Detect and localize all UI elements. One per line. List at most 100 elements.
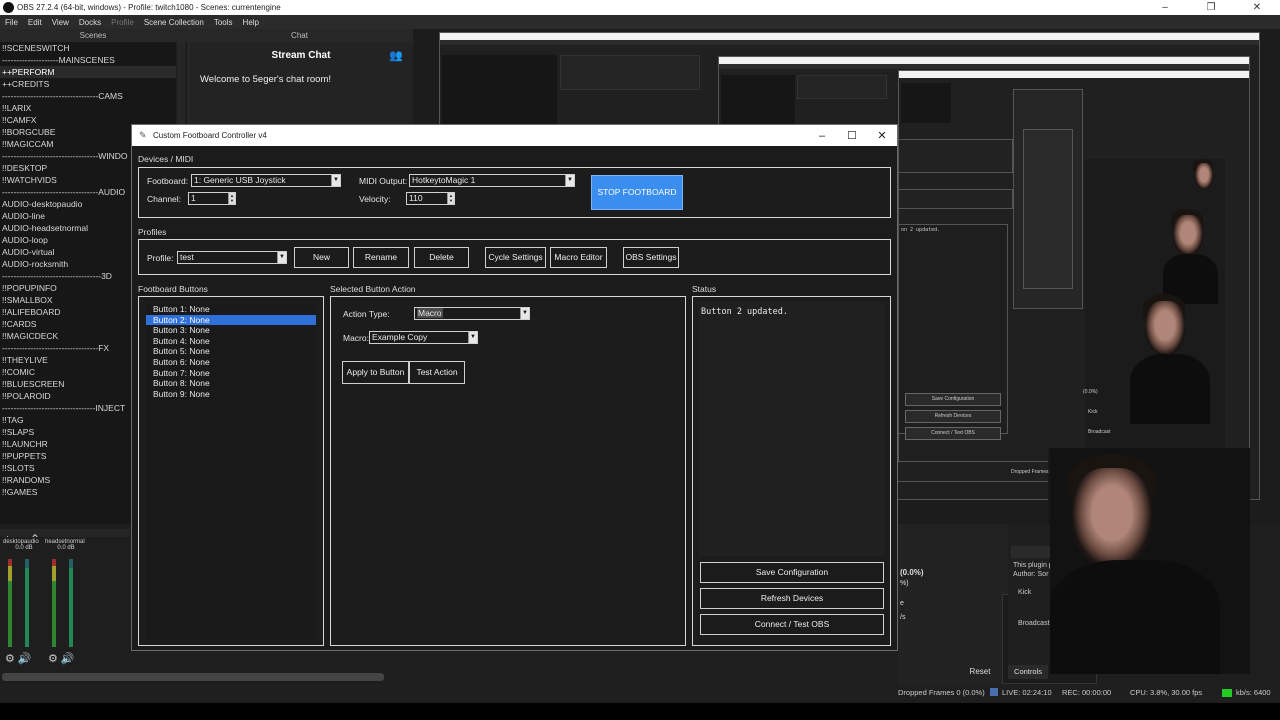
- recursive-save-button: Save Configuration: [905, 393, 1001, 406]
- new-profile-button[interactable]: New: [294, 247, 349, 268]
- midi-output-select[interactable]: HotkeytoMagic 1 ▼: [409, 174, 575, 187]
- stats-s: /s: [900, 614, 906, 621]
- connect-test-obs-button[interactable]: Connect / Test OBS: [700, 614, 884, 635]
- chat-users-icon[interactable]: 👥: [389, 42, 403, 70]
- plugin-desc: This plugin p: [1013, 562, 1053, 569]
- channel-spinbox[interactable]: 1 ▲ ▼: [188, 192, 236, 205]
- apply-to-button-button[interactable]: Apply to Button: [342, 361, 409, 384]
- horizontal-scrollbar[interactable]: [2, 673, 384, 681]
- mixer-gear-icon[interactable]: ⚙ 🔊: [48, 652, 75, 665]
- maximize-icon[interactable]: ☐: [837, 129, 867, 142]
- menu-file[interactable]: File: [0, 18, 23, 27]
- bitrate: kb/s: 6400: [1236, 688, 1271, 697]
- scene-item[interactable]: !!LARIX: [0, 102, 176, 114]
- button-list[interactable]: Button 1: None Button 2: None Button 3: No…: [146, 304, 316, 640]
- chat-title: Stream Chat: [271, 50, 331, 61]
- menu-tools[interactable]: Tools: [209, 18, 238, 27]
- recursive-status-text: on 2 updated.: [901, 227, 941, 233]
- footboard-select[interactable]: 1: Generic USB Joystick ▼: [191, 174, 341, 187]
- spin-arrows-icon[interactable]: ▲ ▼: [228, 193, 235, 204]
- refresh-devices-button[interactable]: Refresh Devices: [700, 588, 884, 609]
- status-log: Button 2 updated.: [698, 302, 885, 556]
- footboard-button-item[interactable]: Button 6: None: [146, 357, 316, 368]
- recursive-panel: [898, 189, 1013, 209]
- menu-scene-collection[interactable]: Scene Collection: [139, 18, 209, 27]
- footboard-button-item[interactable]: Button 8: None: [146, 378, 316, 389]
- rename-profile-button[interactable]: Rename: [353, 247, 409, 268]
- scene-item[interactable]: !!SCENESWITCH: [0, 42, 176, 54]
- menu-help[interactable]: Help: [238, 18, 264, 27]
- obs-menu-bar: File Edit View Docks Profile Scene Colle…: [0, 15, 1280, 29]
- action-section-label: Selected Button Action: [330, 284, 416, 294]
- recursive-capture: [1023, 129, 1073, 289]
- recursive-panel: [898, 139, 1013, 173]
- chevron-down-icon: ▼: [468, 332, 477, 343]
- scene-item[interactable]: --------------------MAINSCENES: [0, 54, 176, 66]
- action-type-select[interactable]: Macro ▼: [414, 307, 530, 320]
- chat-welcome-message: Welcome to 5eger's chat room!: [200, 74, 332, 85]
- audio-mixer: desktopaudio 0.0 dB headsetnormal 0.0 dB…: [0, 537, 130, 672]
- footboard-button-item[interactable]: Button 3: None: [146, 325, 316, 336]
- macro-select[interactable]: Example Copy ▼: [369, 331, 478, 344]
- menu-edit[interactable]: Edit: [23, 18, 47, 27]
- webcam-cascade: [1085, 159, 1225, 449]
- stats-pct-2: %): [900, 580, 909, 587]
- spin-arrows-icon[interactable]: ▲ ▼: [447, 193, 454, 204]
- recursive-pct: (0.0%): [1083, 389, 1098, 395]
- rec-timer: REC: 00:00:00: [1062, 688, 1112, 697]
- restore-icon[interactable]: ❐: [1188, 2, 1234, 13]
- menu-profile[interactable]: Profile: [106, 18, 139, 27]
- controls-tab[interactable]: Controls: [1008, 665, 1048, 679]
- scene-item[interactable]: ----------------------------------CAMS: [0, 90, 176, 102]
- footboard-button-item[interactable]: Button 9: None: [146, 389, 316, 400]
- scene-item[interactable]: ++CREDITS: [0, 78, 176, 90]
- delete-profile-button[interactable]: Delete: [414, 247, 469, 268]
- save-configuration-button[interactable]: Save Configuration: [700, 562, 884, 583]
- chevron-down-icon: ▼: [565, 175, 574, 186]
- midi-output-value: HotkeytoMagic 1: [412, 175, 476, 185]
- dialog-title: Custom Footboard Controller v4: [153, 131, 267, 140]
- scene-item[interactable]: ++PERFORM: [0, 66, 176, 78]
- stats-pct: (0.0%): [900, 568, 924, 577]
- reset-button[interactable]: Reset: [958, 664, 1002, 680]
- footboard-button-item[interactable]: Button 1: None: [146, 304, 316, 315]
- profile-select[interactable]: test ▼: [177, 251, 287, 264]
- close-icon[interactable]: ✕: [867, 129, 897, 142]
- channel-value: 1: [191, 193, 196, 203]
- profiles-section-label: Profiles: [138, 227, 167, 237]
- cycle-settings-button[interactable]: Cycle Settings: [485, 247, 546, 268]
- macro-label: Macro:: [343, 333, 369, 343]
- mixer-channel: desktopaudio 0.0 dB: [3, 539, 45, 551]
- obs-settings-button[interactable]: OBS Settings: [623, 247, 679, 268]
- menu-docks[interactable]: Docks: [74, 18, 106, 27]
- velocity-label: Velocity:: [359, 194, 391, 204]
- footboard-button-item[interactable]: Button 4: None: [146, 336, 316, 347]
- profiles-frame: Profile: test ▼ New Rename Delete Cycle …: [138, 239, 891, 275]
- velocity-value: 110: [409, 193, 423, 203]
- chevron-down-icon: ▼: [331, 175, 340, 186]
- footboard-button-item[interactable]: Button 5: None: [146, 346, 316, 357]
- footboard-button-item[interactable]: Button 2: None: [146, 314, 316, 326]
- dropped-frames: Dropped Frames 0 (0.0%): [898, 688, 985, 697]
- plugin-kick: Kick: [1018, 589, 1032, 596]
- menu-view[interactable]: View: [47, 18, 74, 27]
- velocity-spinbox[interactable]: 110 ▲ ▼: [406, 192, 455, 205]
- action-frame: Action Type: Macro ▼ Macro: Example Copy…: [330, 296, 686, 646]
- obs-title-bar: OBS 27.2.4 (64-bit, windows) - Profile: …: [0, 0, 1280, 15]
- macro-editor-button[interactable]: Macro Editor: [550, 247, 607, 268]
- feather-icon: ✎: [139, 130, 147, 140]
- footboard-button-item[interactable]: Button 7: None: [146, 368, 316, 379]
- test-action-button[interactable]: Test Action: [409, 361, 465, 384]
- volume-meter: [8, 559, 12, 647]
- chat-panel: Stream Chat 👥 Welcome to 5eger's chat ro…: [188, 42, 413, 124]
- stats-e: e: [900, 600, 904, 607]
- cpu-fps: CPU: 3.8%, 30.00 fps: [1130, 688, 1203, 697]
- minimize-icon[interactable]: –: [807, 130, 837, 142]
- obs-window-title: OBS 27.2.4 (64-bit, windows) - Profile: …: [17, 3, 281, 12]
- mixer-gear-icon[interactable]: ⚙ 🔊: [5, 652, 32, 665]
- obs-logo-icon: [3, 2, 14, 13]
- close-icon[interactable]: ✕: [1234, 2, 1280, 13]
- stop-footboard-button[interactable]: STOP FOOTBOARD: [591, 175, 683, 210]
- minimize-icon[interactable]: –: [1142, 2, 1188, 13]
- volume-meter: [52, 559, 56, 647]
